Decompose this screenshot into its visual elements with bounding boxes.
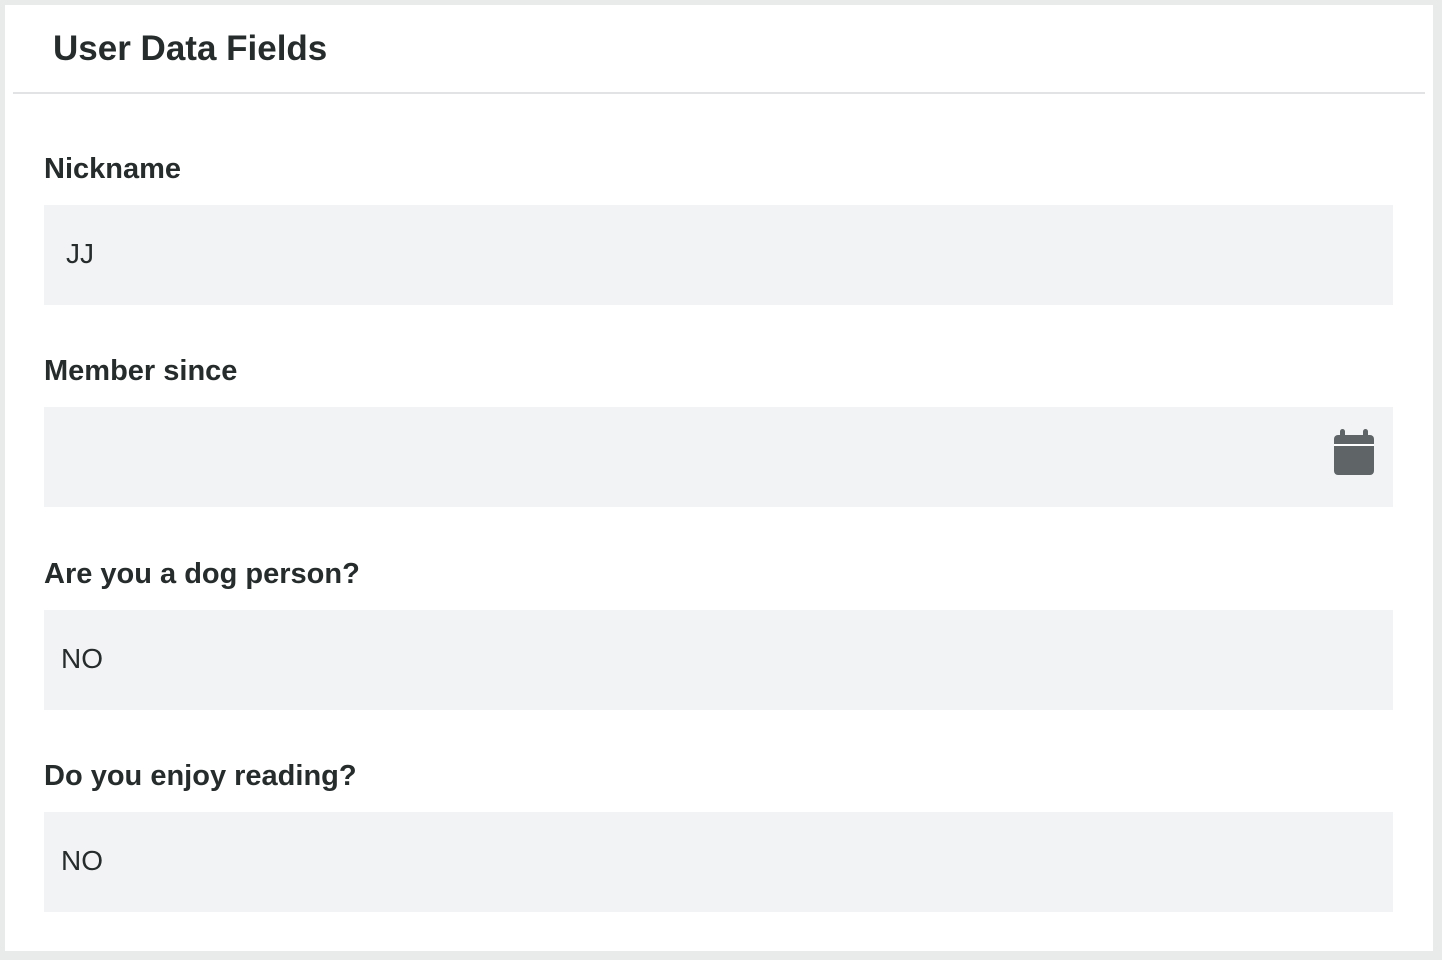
nickname-field[interactable]: JJ — [44, 205, 1393, 305]
page-title: User Data Fields — [53, 29, 328, 68]
dog-person-value: NO — [61, 643, 103, 674]
panel-header: User Data Fields — [13, 5, 1425, 94]
member-since-field[interactable] — [44, 407, 1393, 507]
user-data-fields-panel: User Data Fields Nickname JJ Member sinc… — [5, 5, 1433, 951]
dog-person-select[interactable]: NO — [44, 610, 1393, 710]
enjoy-reading-label: Do you enjoy reading? — [44, 760, 357, 792]
nickname-value: JJ — [66, 238, 94, 269]
enjoy-reading-value: NO — [61, 845, 103, 876]
member-since-label: Member since — [44, 355, 238, 387]
enjoy-reading-select[interactable]: NO — [44, 812, 1393, 912]
nickname-label: Nickname — [44, 153, 182, 185]
dog-person-label: Are you a dog person? — [44, 558, 360, 590]
calendar-icon[interactable] — [1334, 429, 1374, 475]
